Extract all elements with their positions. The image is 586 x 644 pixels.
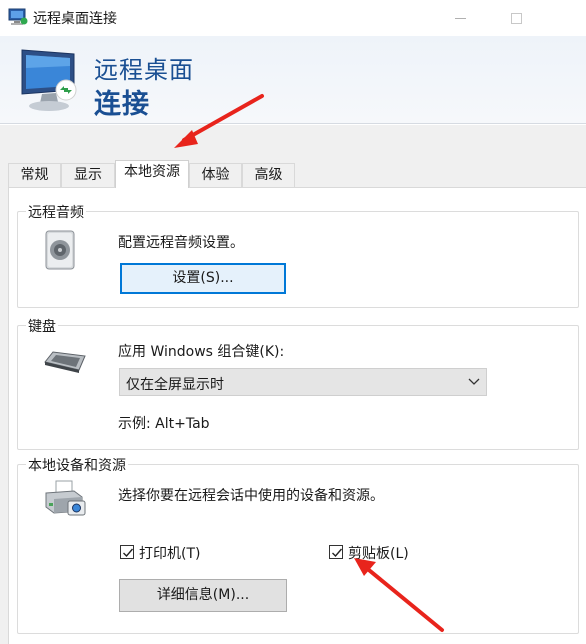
audio-settings-button[interactable]: 设置(S)... bbox=[120, 263, 286, 294]
remote-desktop-app-icon bbox=[8, 8, 28, 25]
local-devices-group-title: 本地设备和资源 bbox=[26, 455, 128, 475]
speaker-icon bbox=[45, 230, 75, 270]
banner-title-line1: 远程桌面 bbox=[94, 56, 194, 84]
checkmark-icon bbox=[123, 548, 134, 558]
maximize-icon bbox=[510, 12, 522, 24]
checkmark-icon bbox=[332, 548, 343, 558]
tab-display[interactable]: 显示 bbox=[61, 163, 115, 187]
remote-audio-group-title: 远程音频 bbox=[26, 202, 86, 222]
windows-key-combination-select[interactable]: 仅在全屏显示时 bbox=[119, 368, 487, 396]
windows-key-combination-label: 应用 Windows 组合键(K): bbox=[118, 344, 285, 360]
details-button[interactable]: 详细信息(M)... bbox=[119, 579, 287, 612]
tab-experience[interactable]: 体验 bbox=[189, 163, 242, 187]
banner-title-line2: 连接 bbox=[94, 89, 150, 120]
select-value: 仅在全屏显示时 bbox=[126, 377, 224, 393]
keyboard-group: 键盘 应用 Windows 组合键(K): 仅在全屏显示时 示例: Alt+Ta… bbox=[17, 316, 579, 450]
printer-checkbox[interactable] bbox=[120, 545, 134, 559]
tab-general[interactable]: 常规 bbox=[8, 163, 61, 187]
local-devices-group: 本地设备和资源 选择你要在远程会话中使用的设备和资源。 打印机(T) 剪贴板(L… bbox=[17, 455, 579, 634]
maximize-button[interactable] bbox=[493, 0, 539, 36]
devices-description: 选择你要在远程会话中使用的设备和资源。 bbox=[118, 488, 384, 504]
clipboard-checkbox[interactable] bbox=[329, 545, 343, 559]
tab-local-resources[interactable]: 本地资源 bbox=[115, 160, 189, 188]
remote-desktop-monitor-icon bbox=[21, 49, 77, 111]
keyboard-icon bbox=[44, 351, 86, 373]
printer-checkbox-label[interactable]: 打印机(T) bbox=[139, 543, 200, 563]
window-title: 远程桌面连接 bbox=[33, 11, 117, 27]
header-banner: 远程桌面 连接 bbox=[0, 36, 586, 124]
minimize-button[interactable] bbox=[437, 0, 483, 36]
audio-description: 配置远程音频设置。 bbox=[118, 235, 244, 251]
keyboard-example: 示例: Alt+Tab bbox=[118, 416, 210, 432]
chevron-down-icon bbox=[468, 378, 480, 385]
printer-devices-icon bbox=[45, 480, 86, 516]
keyboard-group-title: 键盘 bbox=[26, 316, 58, 336]
title-bar: 远程桌面连接 bbox=[0, 0, 586, 36]
tab-advanced[interactable]: 高级 bbox=[242, 163, 295, 187]
clipboard-checkbox-label[interactable]: 剪贴板(L) bbox=[348, 543, 409, 563]
minimize-icon bbox=[454, 17, 466, 19]
remote-audio-group: 远程音频 配置远程音频设置。 设置(S)... bbox=[17, 202, 579, 308]
